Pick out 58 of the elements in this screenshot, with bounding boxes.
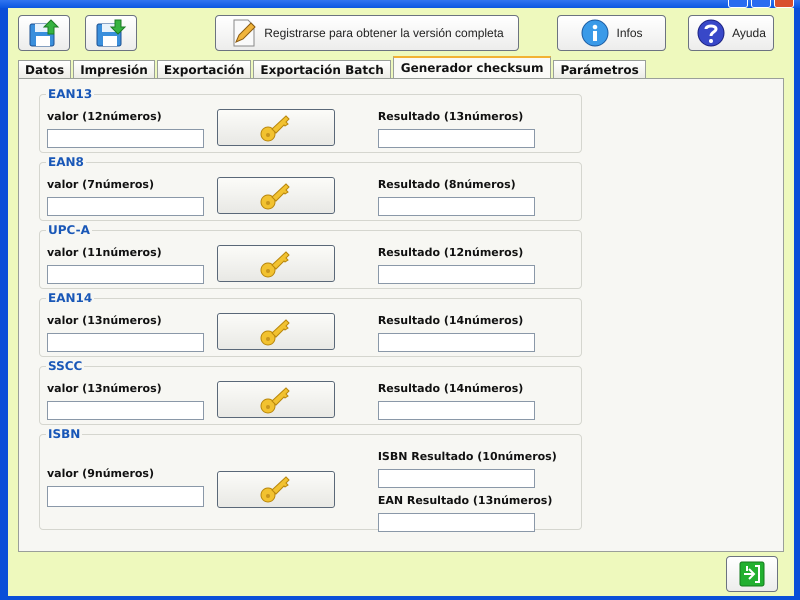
exit-button[interactable]	[726, 556, 778, 592]
field-label: valor (13números)	[47, 381, 162, 397]
field-label: valor (9números)	[47, 466, 154, 482]
field-label: Resultado (12números)	[378, 245, 524, 261]
tab[interactable]: Parámetros	[553, 60, 646, 78]
result-field[interactable]	[378, 401, 535, 420]
maximize-button[interactable]	[751, 0, 771, 8]
result-field[interactable]	[378, 469, 535, 488]
help-icon	[696, 18, 726, 48]
floppy-down-arrow-icon	[95, 18, 127, 48]
register-button[interactable]: Registrarse para obtener la versión completa	[215, 15, 519, 51]
input-field[interactable]	[47, 129, 204, 148]
tab[interactable]: Datos	[18, 60, 72, 78]
group-title: EAN8	[46, 155, 86, 169]
result-field[interactable]	[378, 265, 535, 284]
result-field[interactable]	[378, 513, 535, 532]
help-button[interactable]: Ayuda	[688, 15, 774, 51]
generate-button[interactable]	[216, 381, 335, 418]
result-field[interactable]	[378, 333, 535, 352]
tab[interactable]: Impresión	[73, 60, 155, 78]
minimize-button[interactable]	[728, 0, 748, 8]
input-field[interactable]	[47, 197, 204, 216]
exit-icon	[739, 561, 765, 587]
field-label: Resultado (14números)	[378, 381, 524, 397]
generate-button[interactable]	[216, 470, 335, 508]
generate-button[interactable]	[216, 177, 335, 214]
field-label: valor (12números)	[47, 109, 162, 125]
close-button[interactable]	[774, 0, 794, 8]
result-field[interactable]	[378, 197, 535, 216]
input-field[interactable]	[47, 401, 204, 420]
download-button[interactable]	[85, 15, 137, 51]
field-label: ISBN Resultado (10números)	[378, 449, 557, 465]
info-icon	[580, 18, 610, 48]
generate-button[interactable]	[216, 313, 335, 350]
tab[interactable]: Generador checksum	[392, 56, 552, 78]
group-title: EAN14	[46, 291, 94, 305]
input-field[interactable]	[47, 333, 204, 352]
tab[interactable]: Exportación Batch	[253, 60, 391, 78]
field-label: Resultado (14números)	[378, 313, 524, 329]
group-title: EAN13	[46, 87, 94, 101]
generate-button[interactable]	[216, 245, 335, 282]
field-label: EAN Resultado (13números)	[378, 493, 552, 509]
group-title: ISBN	[46, 427, 82, 441]
input-field[interactable]	[47, 265, 204, 284]
floppy-up-arrow-icon	[28, 18, 60, 48]
field-label: Resultado (13números)	[378, 109, 524, 125]
field-label: Resultado (8números)	[378, 177, 516, 193]
input-field[interactable]	[47, 486, 204, 507]
field-label: valor (13números)	[47, 313, 162, 329]
upload-button[interactable]	[18, 15, 70, 51]
field-label: valor (11números)	[47, 245, 162, 261]
infos-button[interactable]: Infos	[557, 15, 666, 51]
generate-button[interactable]	[216, 109, 335, 146]
group-title: UPC-A	[46, 223, 92, 237]
result-field[interactable]	[378, 129, 535, 148]
tab[interactable]: Exportación	[156, 60, 252, 78]
field-label: valor (7números)	[47, 177, 154, 193]
group-title: SSCC	[46, 359, 84, 373]
